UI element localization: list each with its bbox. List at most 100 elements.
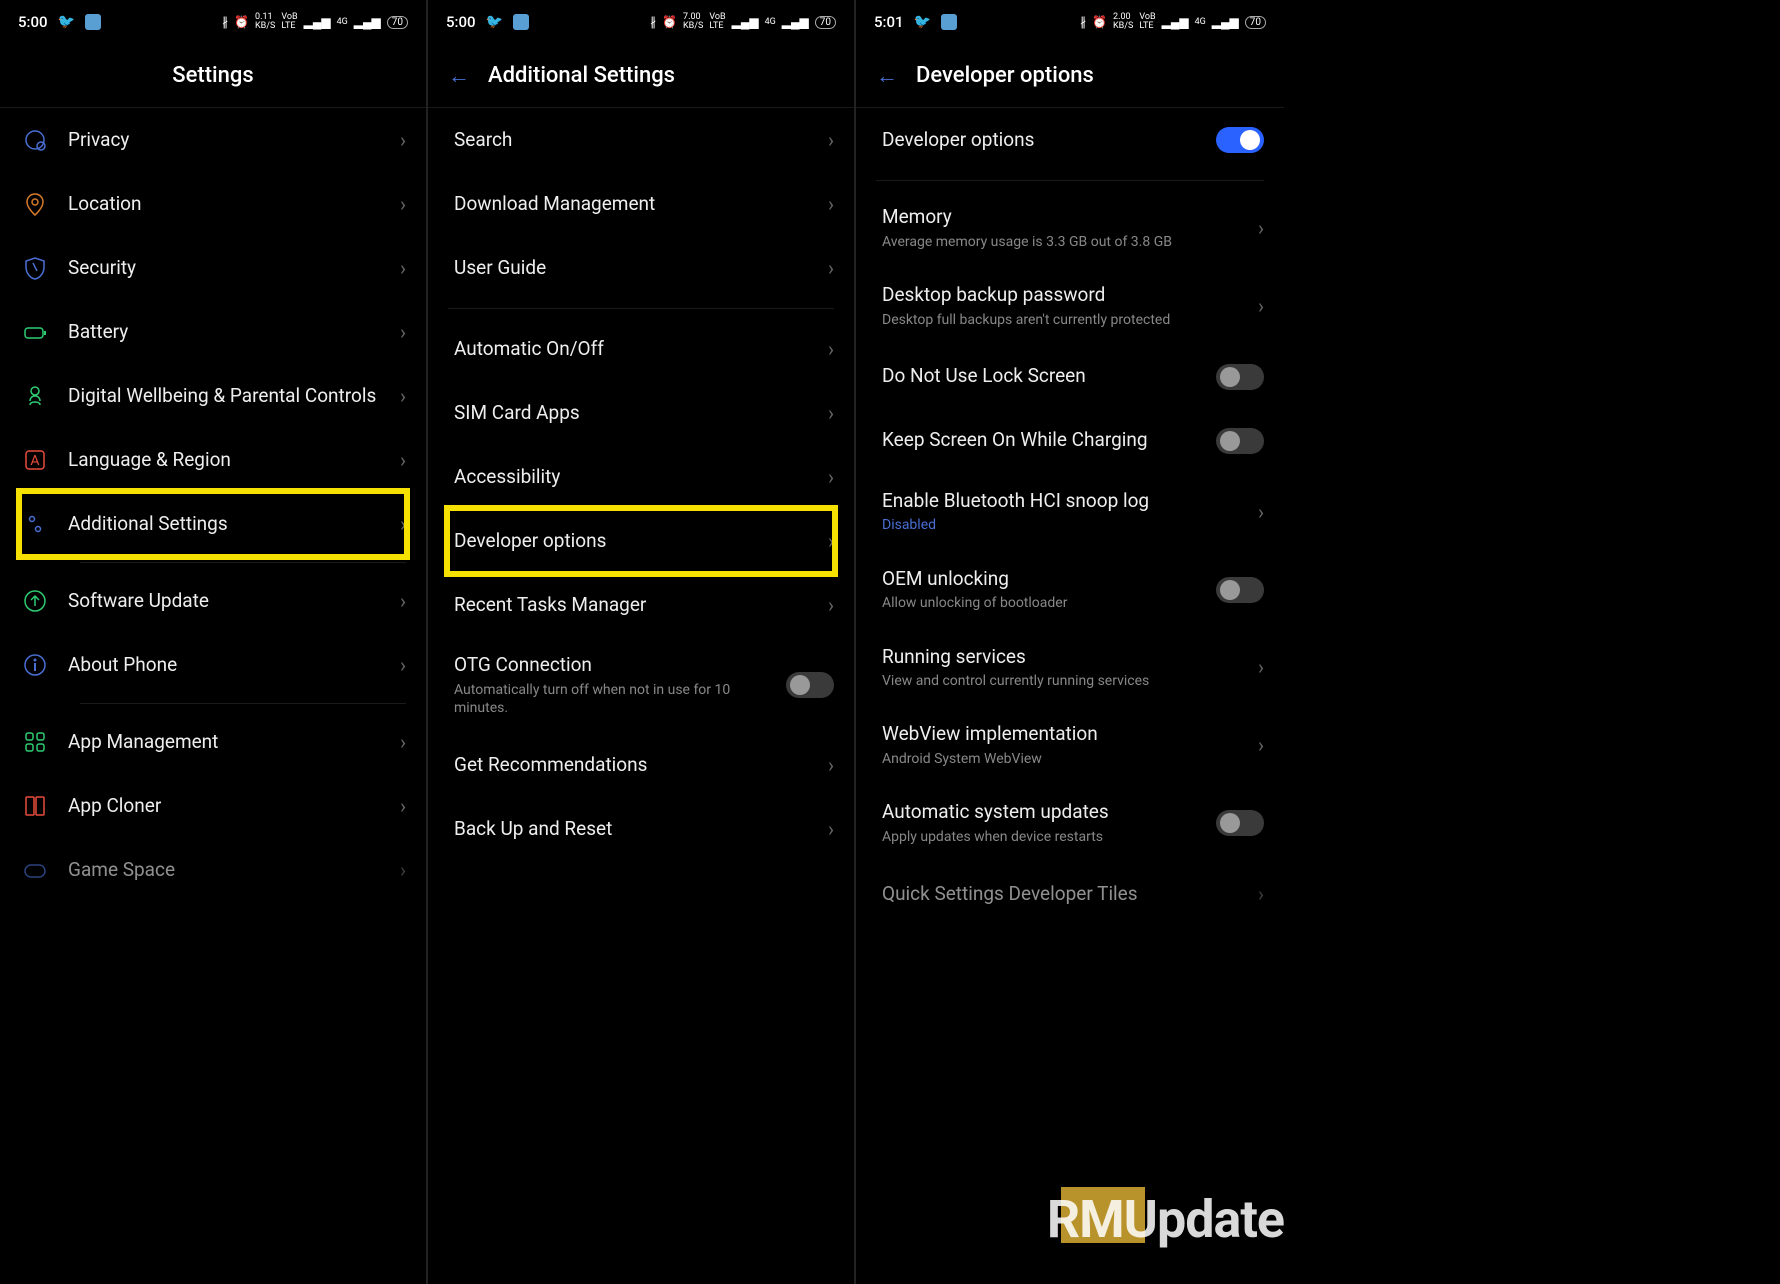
settings-row[interactable]: OTG ConnectionAutomatically turn off whe… xyxy=(428,637,854,733)
toggle-switch[interactable] xyxy=(1216,810,1264,836)
data-speed: 7.00KB/S xyxy=(683,13,703,31)
status-bar: 5:00🐦∦⏰0.11KB/SVoBLTE▂▄▆4G▂▄▆70 xyxy=(0,0,426,44)
settings-row[interactable]: Developer options xyxy=(856,108,1284,172)
row-label: WebView implementation xyxy=(882,722,1248,747)
row-label: Software Update xyxy=(68,589,390,614)
back-arrow-icon[interactable]: ← xyxy=(876,63,898,89)
volte-icon: VoBLTE xyxy=(281,13,297,31)
row-body: MemoryAverage memory usage is 3.3 GB out… xyxy=(882,205,1248,251)
chevron-right-icon: › xyxy=(828,817,834,841)
toggle-switch[interactable] xyxy=(1216,428,1264,454)
settings-row[interactable]: Security› xyxy=(0,236,426,300)
toggle-switch[interactable] xyxy=(1216,364,1264,390)
settings-row[interactable]: Digital Wellbeing & Parental Controls› xyxy=(0,364,426,428)
settings-row[interactable]: Enable Bluetooth HCI snoop logDisabled› xyxy=(856,473,1284,551)
row-label: Privacy xyxy=(68,128,390,153)
row-body: OTG ConnectionAutomatically turn off whe… xyxy=(454,653,776,717)
settings-row[interactable]: Battery› xyxy=(0,300,426,364)
settings-row[interactable]: Download Management› xyxy=(428,172,854,236)
settings-row[interactable]: Back Up and Reset › xyxy=(428,797,854,861)
chevron-right-icon: › xyxy=(400,256,406,280)
settings-row[interactable]: About Phone› xyxy=(0,633,426,697)
row-subtitle: Android System WebView xyxy=(882,750,1248,768)
bluetooth-icon: ∦ xyxy=(222,15,228,29)
settings-row[interactable]: User Guide› xyxy=(428,236,854,300)
chevron-right-icon: › xyxy=(828,529,834,553)
row-body: Location xyxy=(68,192,390,217)
appmgmt-icon xyxy=(20,727,50,757)
settings-row[interactable]: Privacy › xyxy=(0,108,426,172)
page-title: Settings xyxy=(172,63,253,88)
row-label: Running services xyxy=(882,645,1248,670)
settings-row[interactable]: App Management› xyxy=(0,710,426,774)
settings-row[interactable]: Software Update› xyxy=(0,569,426,633)
cloner-icon xyxy=(20,791,50,821)
settings-row[interactable]: Search› xyxy=(428,108,854,172)
row-label: Search xyxy=(454,128,818,153)
row-body: Desktop backup passwordDesktop full back… xyxy=(882,283,1248,329)
language-icon: A xyxy=(20,445,50,475)
section-divider xyxy=(448,308,834,309)
settings-row[interactable]: Get Recommendations › xyxy=(428,733,854,797)
alarm-icon: ⏰ xyxy=(662,15,677,29)
settings-row[interactable]: Keep Screen On While Charging xyxy=(856,409,1284,473)
row-label: Do Not Use Lock Screen xyxy=(882,364,1206,389)
chevron-right-icon: › xyxy=(1258,882,1264,906)
row-label: Desktop backup password xyxy=(882,283,1248,308)
settings-row[interactable]: Recent Tasks Manager› xyxy=(428,573,854,637)
settings-row[interactable]: Accessibility › xyxy=(428,445,854,509)
toggle-switch[interactable] xyxy=(1216,127,1264,153)
settings-row[interactable]: ALanguage & Region› xyxy=(0,428,426,492)
panel-0: 5:00🐦∦⏰0.11KB/SVoBLTE▂▄▆4G▂▄▆70SettingsP… xyxy=(0,0,428,1284)
row-body: Do Not Use Lock Screen xyxy=(882,364,1206,389)
chevron-right-icon: › xyxy=(828,465,834,489)
row-label: OEM unlocking xyxy=(882,567,1206,592)
data-speed: 2.00KB/S xyxy=(1113,13,1133,31)
row-body: Get Recommendations xyxy=(454,753,818,778)
row-subtitle: Automatically turn off when not in use f… xyxy=(454,681,776,717)
toggle-switch[interactable] xyxy=(786,672,834,698)
settings-row[interactable]: Location› xyxy=(0,172,426,236)
settings-row[interactable]: WebView implementation Android System Web… xyxy=(856,706,1284,784)
row-label: Get Recommendations xyxy=(454,753,818,778)
row-label: Accessibility xyxy=(454,465,818,490)
chevron-right-icon: › xyxy=(1258,216,1264,240)
toggle-switch[interactable] xyxy=(1216,577,1264,603)
row-label: Keep Screen On While Charging xyxy=(882,428,1206,453)
alarm-icon: ⏰ xyxy=(1092,15,1107,29)
row-label: Location xyxy=(68,192,390,217)
row-label: Back Up and Reset xyxy=(454,817,818,842)
settings-row[interactable]: Developer options› xyxy=(428,509,854,573)
settings-row[interactable]: OEM unlockingAllow unlocking of bootload… xyxy=(856,551,1284,629)
signal-icon-2: ▂▄▆ xyxy=(1212,15,1239,29)
settings-row[interactable]: Additional Settings› xyxy=(0,492,426,556)
row-body: Digital Wellbeing & Parental Controls xyxy=(68,384,390,409)
status-bar: 5:01🐦∦⏰2.00KB/SVoBLTE▂▄▆4G▂▄▆70 xyxy=(856,0,1284,44)
settings-row[interactable]: Automatic system updatesApply updates wh… xyxy=(856,784,1284,862)
settings-row[interactable]: App Cloner› xyxy=(0,774,426,838)
settings-row[interactable]: SIM Card Apps› xyxy=(428,381,854,445)
chevron-right-icon: › xyxy=(828,753,834,777)
row-body: OEM unlockingAllow unlocking of bootload… xyxy=(882,567,1206,613)
network-type: 4G xyxy=(337,18,348,27)
settings-row[interactable]: Quick Settings Developer Tiles› xyxy=(856,862,1284,926)
section-divider xyxy=(876,180,1264,181)
settings-row[interactable]: Game Space› xyxy=(0,838,426,902)
chevron-right-icon: › xyxy=(400,794,406,818)
bluetooth-icon: ∦ xyxy=(1080,15,1086,29)
settings-row[interactable]: Running servicesView and control current… xyxy=(856,629,1284,707)
chevron-right-icon: › xyxy=(400,128,406,152)
back-arrow-icon[interactable]: ← xyxy=(448,63,470,89)
twitter-icon: 🐦 xyxy=(58,14,75,30)
row-label: User Guide xyxy=(454,256,818,281)
row-label: Automatic system updates xyxy=(882,800,1206,825)
row-body: Running servicesView and control current… xyxy=(882,645,1248,691)
settings-row[interactable]: Do Not Use Lock Screen xyxy=(856,345,1284,409)
row-label: Automatic On/Off xyxy=(454,337,818,362)
settings-row[interactable]: MemoryAverage memory usage is 3.3 GB out… xyxy=(856,189,1284,267)
settings-row[interactable]: Automatic On/Off› xyxy=(428,317,854,381)
settings-list: Developer options MemoryAverage memory us… xyxy=(856,108,1284,1284)
row-label: App Management xyxy=(68,730,390,755)
settings-row[interactable]: Desktop backup passwordDesktop full back… xyxy=(856,267,1284,345)
row-label: Recent Tasks Manager xyxy=(454,593,818,618)
